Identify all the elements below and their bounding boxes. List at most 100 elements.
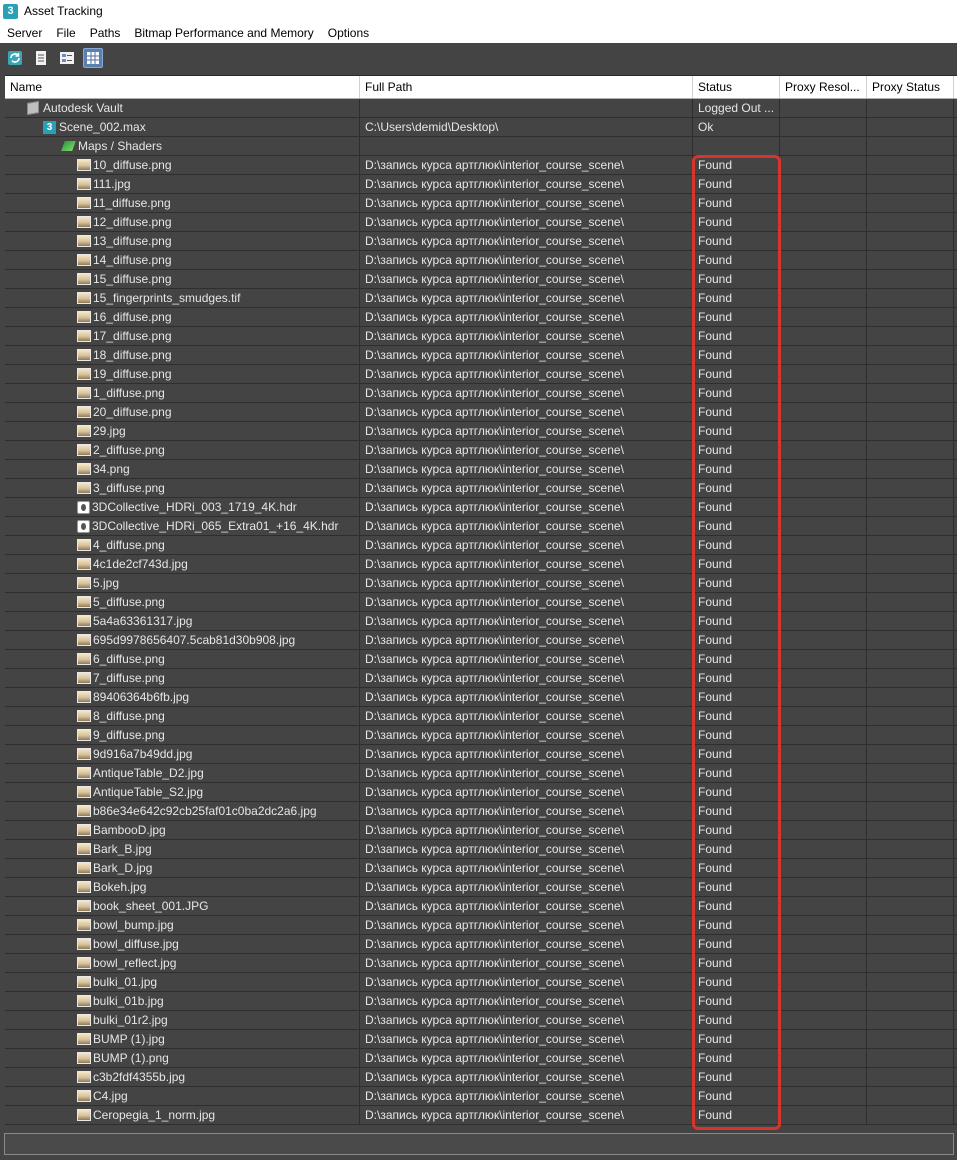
table-row[interactable]: 17_diffuse.png D:\запись курса артглюк\in… — [5, 327, 957, 346]
table-row[interactable]: 1_diffuse.png D:\запись курса артглюк\int… — [5, 384, 957, 403]
row-status: Found — [693, 156, 780, 174]
row-name: 1_diffuse.png — [93, 386, 165, 400]
table-row[interactable]: bulki_01r2.jpg D:\запись курса артглюк\in… — [5, 1011, 957, 1030]
table-row[interactable]: 11_diffuse.png D:\запись курса артглюк\in… — [5, 194, 957, 213]
table-row[interactable]: 2_diffuse.png D:\запись курса артглюк\int… — [5, 441, 957, 460]
table-row[interactable]: bowl_diffuse.jpg D:\запись курса артглюк\… — [5, 935, 957, 954]
column-header-proxy-resolution[interactable]: Proxy Resol... — [780, 76, 867, 98]
table-row[interactable]: 5.jpg D:\запись курса артглюк\interior_co… — [5, 574, 957, 593]
row-name: 2_diffuse.png — [93, 443, 165, 457]
row-path: D:\запись курса артглюк\interior_course_… — [360, 346, 693, 364]
table-row[interactable]: bulki_01.jpg D:\запись курса артглюк\inte… — [5, 973, 957, 992]
table-row[interactable]: 18_diffuse.png D:\запись курса артглюк\in… — [5, 346, 957, 365]
row-name: 5.jpg — [93, 576, 120, 590]
row-path: D:\запись курса артглюк\interior_course_… — [360, 764, 693, 782]
row-path: D:\запись курса артглюк\interior_course_… — [360, 707, 693, 725]
menu-paths[interactable]: Paths — [83, 26, 128, 40]
refresh-button[interactable] — [5, 48, 25, 68]
table-row[interactable]: AntiqueTable_S2.jpg D:\запись курса артгл… — [5, 783, 957, 802]
table-row[interactable]: 13_diffuse.png D:\запись курса артглюк\in… — [5, 232, 957, 251]
window-title: Asset Tracking — [24, 4, 103, 18]
table-row-scene[interactable]: 3 Scene_002.max C:\Users\demid\Desktop\ … — [5, 118, 957, 137]
row-status — [693, 137, 780, 155]
table-row[interactable]: bowl_reflect.jpg D:\запись курса артглюк\… — [5, 954, 957, 973]
table-row[interactable]: 4c1de2cf743d.jpg D:\запись курса артглюк\… — [5, 555, 957, 574]
bitmap-icon — [77, 406, 91, 418]
row-path: D:\запись курса артглюк\interior_course_… — [360, 631, 693, 649]
bitmap-icon — [77, 653, 91, 665]
table-row[interactable]: 3DCollective_HDRi_003_1719_4K.hdr D:\запи… — [5, 498, 957, 517]
detail-view-button[interactable] — [57, 48, 77, 68]
table-row-maps-shaders[interactable]: Maps / Shaders — [5, 137, 957, 156]
table-row[interactable]: 20_diffuse.png D:\запись курса артглюк\in… — [5, 403, 957, 422]
table-row[interactable]: Bokeh.jpg D:\запись курса артглюк\interio… — [5, 878, 957, 897]
table-row[interactable]: Bark_B.jpg D:\запись курса артглюк\interi… — [5, 840, 957, 859]
row-name: 3_diffuse.png — [93, 481, 165, 495]
table-row[interactable]: bulki_01b.jpg D:\запись курса артглюк\int… — [5, 992, 957, 1011]
bitmap-icon — [77, 691, 91, 703]
row-name: AntiqueTable_D2.jpg — [93, 766, 204, 780]
table-row[interactable]: 5_diffuse.png D:\запись курса артглюк\int… — [5, 593, 957, 612]
bitmap-icon — [77, 976, 91, 988]
table-row[interactable]: Ceropegia_1_norm.jpg D:\запись курса артг… — [5, 1106, 957, 1125]
row-name: Scene_002.max — [59, 120, 146, 134]
table-row[interactable]: 12_diffuse.png D:\запись курса артглюк\in… — [5, 213, 957, 232]
row-status: Found — [693, 764, 780, 782]
table-row[interactable]: 9d916a7b49dd.jpg D:\запись курса артглюк\… — [5, 745, 957, 764]
table-row[interactable]: 111.jpg D:\запись курса артглюк\interior_… — [5, 175, 957, 194]
table-row[interactable]: 14_diffuse.png D:\запись курса артглюк\in… — [5, 251, 957, 270]
table-row[interactable]: 16_diffuse.png D:\запись курса артглюк\in… — [5, 308, 957, 327]
maps-icon — [61, 141, 76, 151]
table-row[interactable]: 695d9978656407.5cab81d30b908.jpg D:\запис… — [5, 631, 957, 650]
bitmap-icon — [77, 368, 91, 380]
column-header-proxy-status[interactable]: Proxy Status — [867, 76, 954, 98]
table-row[interactable]: 15_fingerprints_smudges.tif D:\запись кур… — [5, 289, 957, 308]
menu-bitmap-performance[interactable]: Bitmap Performance and Memory — [127, 26, 320, 40]
table-row[interactable]: b86e34e642c92cb25faf01c0ba2dc2a6.jpg D:\з… — [5, 802, 957, 821]
bitmap-icon — [77, 596, 91, 608]
table-row[interactable]: C4.jpg D:\запись курса артглюк\interior_c… — [5, 1087, 957, 1106]
column-header-full-path[interactable]: Full Path — [360, 76, 693, 98]
table-row[interactable]: 7_diffuse.png D:\запись курса артглюк\int… — [5, 669, 957, 688]
row-name: 14_diffuse.png — [93, 253, 172, 267]
table-row[interactable]: BambooD.jpg D:\запись курса артглюк\inter… — [5, 821, 957, 840]
table-row[interactable]: 8_diffuse.png D:\запись курса артглюк\int… — [5, 707, 957, 726]
table-row[interactable]: 15_diffuse.png D:\запись курса артглюк\in… — [5, 270, 957, 289]
table-row[interactable]: 19_diffuse.png D:\запись курса артглюк\in… — [5, 365, 957, 384]
table-row[interactable]: BUMP (1).png D:\запись курса артглюк\inte… — [5, 1049, 957, 1068]
menu-server[interactable]: Server — [0, 26, 49, 40]
row-path: D:\запись курса артглюк\interior_course_… — [360, 612, 693, 630]
row-path: D:\запись курса артглюк\interior_course_… — [360, 479, 693, 497]
table-row[interactable]: 34.png D:\запись курса артглюк\interior_c… — [5, 460, 957, 479]
column-header-status[interactable]: Status — [693, 76, 780, 98]
table-row[interactable]: c3b2fdf4355b.jpg D:\запись курса артглюк\… — [5, 1068, 957, 1087]
menu-options[interactable]: Options — [321, 26, 376, 40]
table-row[interactable]: 4_diffuse.png D:\запись курса артглюк\int… — [5, 536, 957, 555]
list-view-button[interactable] — [31, 48, 51, 68]
row-status: Found — [693, 612, 780, 630]
menu-file[interactable]: File — [49, 26, 82, 40]
table-row[interactable]: AntiqueTable_D2.jpg D:\запись курса артгл… — [5, 764, 957, 783]
table-row[interactable]: 10_diffuse.png D:\запись курса артглюк\in… — [5, 156, 957, 175]
table-row[interactable]: 9_diffuse.png D:\запись курса артглюк\int… — [5, 726, 957, 745]
column-header-name[interactable]: Name — [5, 76, 360, 98]
table-view-button[interactable] — [83, 47, 103, 68]
table-row[interactable]: 3DCollective_HDRi_065_Extra01_+16_4K.hdr… — [5, 517, 957, 536]
table-row[interactable]: Bark_D.jpg D:\запись курса артглюк\interi… — [5, 859, 957, 878]
row-status: Found — [693, 517, 780, 535]
row-status: Found — [693, 555, 780, 573]
table-row[interactable]: BUMP (1).jpg D:\запись курса артглюк\inte… — [5, 1030, 957, 1049]
table-row[interactable]: book_sheet_001.JPG D:\запись курса артглю… — [5, 897, 957, 916]
table-row[interactable]: 6_diffuse.png D:\запись курса артглюк\int… — [5, 650, 957, 669]
table-row-autodesk-vault[interactable]: Autodesk Vault Logged Out ... — [5, 99, 957, 118]
row-name: 111.jpg — [93, 177, 131, 191]
table-row[interactable]: 5a4a63361317.jpg D:\запись курса артглюк\… — [5, 612, 957, 631]
row-path: D:\запись курса артглюк\interior_course_… — [360, 270, 693, 288]
detail-view-icon — [60, 51, 74, 64]
table-row[interactable]: bowl_bump.jpg D:\запись курса артглюк\int… — [5, 916, 957, 935]
bitmap-icon — [77, 824, 91, 836]
table-row[interactable]: 29.jpg D:\запись курса артглюк\interior_c… — [5, 422, 957, 441]
table-row[interactable]: 89406364b6fb.jpg D:\запись курса артглюк\… — [5, 688, 957, 707]
row-status: Found — [693, 650, 780, 668]
table-row[interactable]: 3_diffuse.png D:\запись курса артглюк\int… — [5, 479, 957, 498]
